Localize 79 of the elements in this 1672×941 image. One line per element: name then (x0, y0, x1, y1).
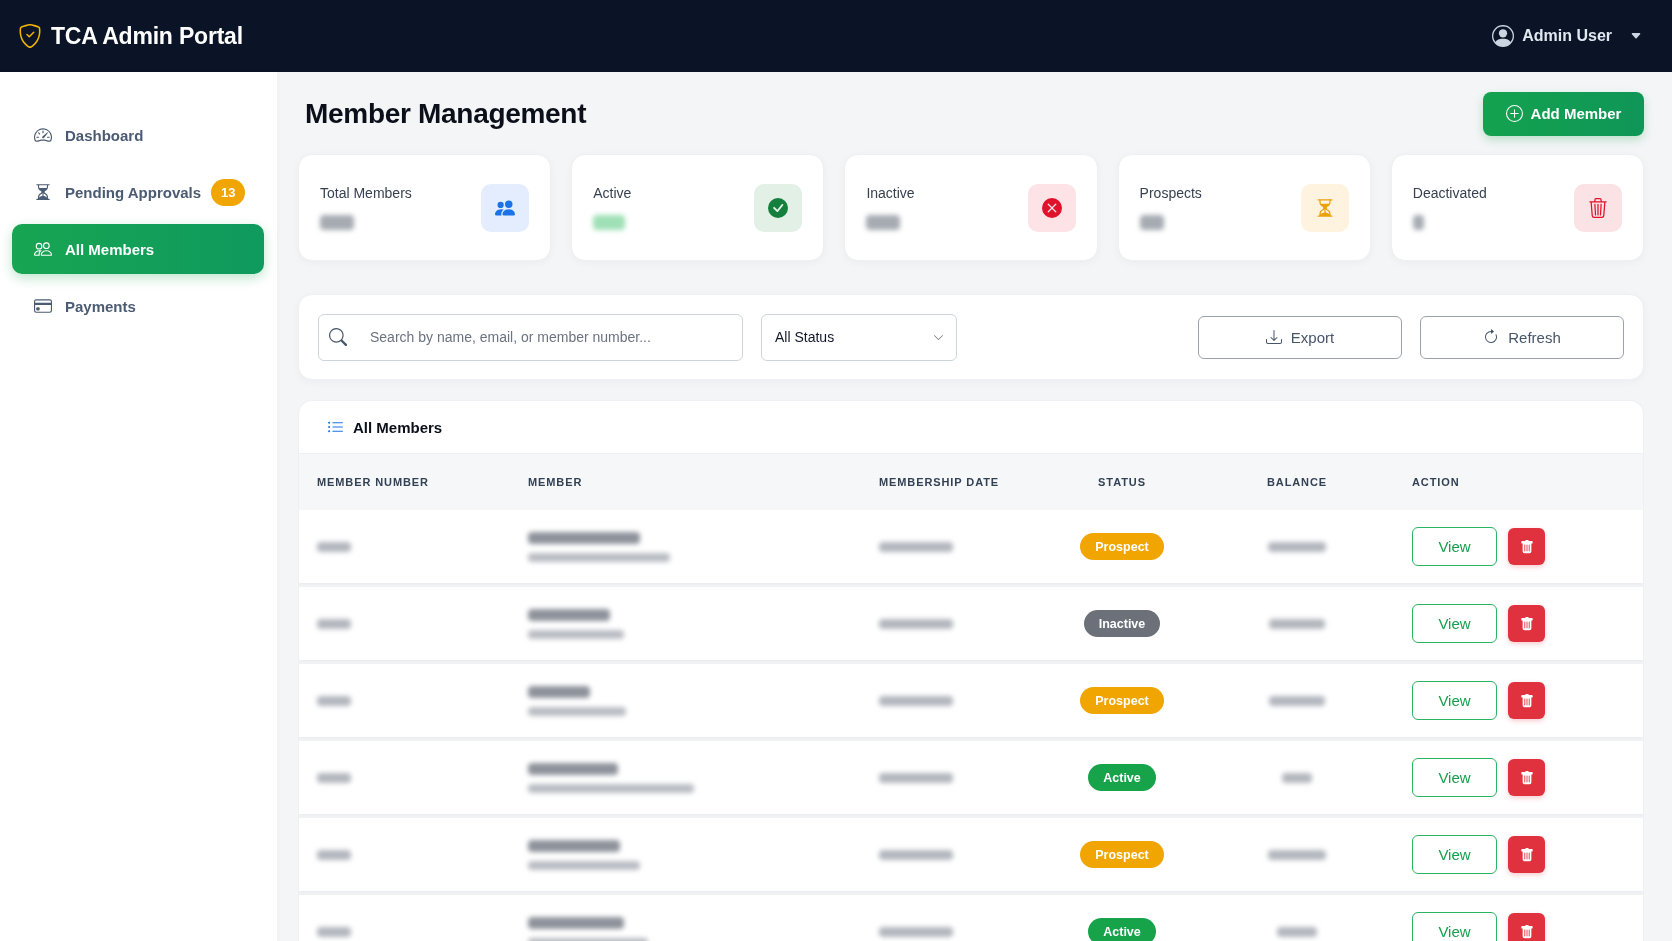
delete-button[interactable] (1508, 913, 1545, 941)
column-header: BALANCE (1266, 476, 1328, 488)
nav-item[interactable]: Dashboard (12, 110, 264, 160)
app-title: TCA Admin Portal (51, 22, 243, 50)
shield-check-icon (18, 24, 42, 48)
blurred-text (528, 685, 590, 698)
column-header: MEMBER NUMBER (317, 476, 429, 488)
column-header: MEMBER (528, 476, 583, 488)
export-button[interactable]: Export (1198, 315, 1402, 359)
people-icon (481, 183, 530, 232)
blurred-text (317, 772, 351, 783)
trash-icon (1519, 539, 1534, 554)
column-header: ACTION (1412, 476, 1460, 488)
refresh-button[interactable]: Refresh (1420, 315, 1624, 359)
people-icon (34, 240, 52, 258)
trash-icon (1519, 770, 1534, 785)
search-icon (329, 327, 347, 346)
status-badge: Active (1088, 918, 1156, 941)
blurred-text (1269, 695, 1325, 706)
page-title: Member Management (305, 97, 587, 130)
trash-icon (1574, 183, 1622, 232)
nav-item[interactable]: All Members (12, 224, 264, 274)
download-icon (1265, 329, 1282, 345)
view-button[interactable]: View (1412, 912, 1497, 941)
blurred-value (866, 215, 901, 230)
trash-icon (1519, 616, 1534, 631)
trash-icon (1519, 924, 1534, 939)
blurred-text (317, 695, 351, 706)
column-header: MEMBERSHIP DATE (879, 476, 1000, 488)
view-button[interactable]: View (1412, 758, 1497, 797)
blurred-value (320, 215, 354, 230)
hourglass-icon (34, 183, 52, 201)
add-member-button[interactable]: Add Member (1483, 91, 1644, 136)
status-badge: Inactive (1083, 610, 1161, 637)
panel-title: All Members (353, 418, 443, 436)
blurred-text (1269, 618, 1325, 629)
nav-item[interactable]: Pending Approvals 13 (12, 167, 264, 217)
blurred-value (1139, 215, 1164, 230)
status-badge: Prospect (1080, 533, 1164, 560)
view-button[interactable]: View (1412, 527, 1497, 566)
hourglass-icon (1300, 183, 1349, 232)
user-avatar-icon (1492, 25, 1515, 47)
delete-button[interactable] (1508, 759, 1545, 796)
status-badge: Prospect (1080, 841, 1164, 868)
user-menu[interactable]: Admin User (1492, 25, 1642, 47)
blurred-value (1412, 215, 1424, 230)
blurred-text (1277, 926, 1317, 937)
blurred-text (317, 926, 351, 937)
delete-button[interactable] (1508, 682, 1545, 719)
gauge-icon (34, 126, 52, 144)
view-button[interactable]: View (1412, 835, 1497, 874)
delete-button[interactable] (1508, 605, 1545, 642)
column-header: STATUS (1098, 476, 1146, 488)
stat-label: Total Members (320, 185, 412, 201)
trash-icon (1519, 847, 1534, 862)
view-button[interactable]: View (1412, 681, 1497, 720)
status-badge: Active (1088, 764, 1156, 791)
blurred-text (1282, 772, 1312, 783)
blurred-text (1268, 541, 1326, 552)
credit-card-icon (34, 297, 52, 315)
stat-label: Active (593, 185, 632, 201)
stat-label: Inactive (866, 185, 915, 201)
delete-button[interactable] (1508, 528, 1545, 565)
blurred-text (1268, 849, 1326, 860)
nav-item[interactable]: Payments (12, 281, 264, 331)
status-badge: Prospect (1080, 687, 1164, 714)
blurred-text (317, 849, 351, 860)
stat-label: Prospects (1139, 185, 1202, 201)
blurred-value (593, 215, 626, 230)
blurred-text (317, 618, 351, 629)
search-field[interactable]: Search by name, email, or member number... (318, 313, 743, 361)
status-select[interactable]: All Status (761, 313, 957, 361)
blurred-text (317, 541, 351, 552)
refresh-icon (1483, 329, 1500, 345)
stat-label: Deactivated (1412, 185, 1487, 201)
trash-icon (1519, 693, 1534, 708)
view-button[interactable]: View (1412, 604, 1497, 643)
delete-button[interactable] (1508, 836, 1545, 873)
count-badge: 13 (211, 178, 246, 206)
